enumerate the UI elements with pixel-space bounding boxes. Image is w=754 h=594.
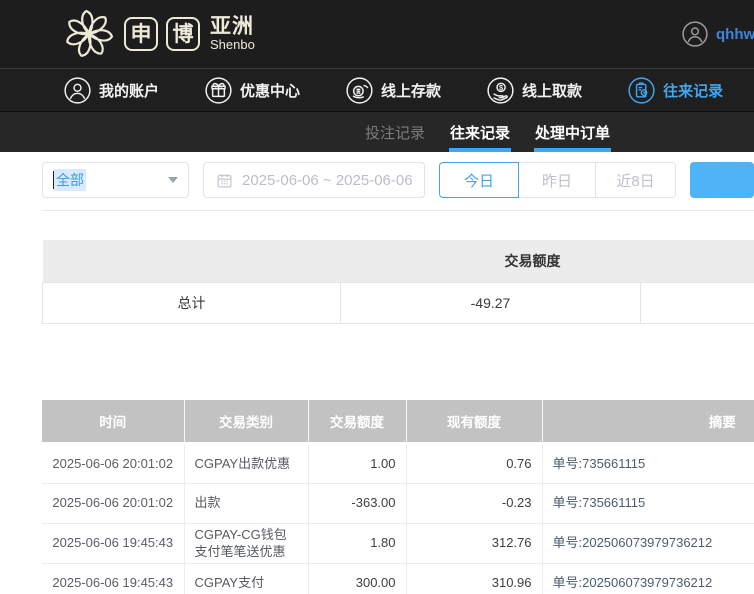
record-cell-balance: 312.76 [406,524,542,564]
nav-item-records[interactable]: 往来记录 [628,77,723,104]
nav-item-label: 我的账户 [99,80,159,101]
gift-icon [205,77,232,104]
brand-latin: Shenbo [210,38,255,52]
record-row: 2025-06-06 20:01:02出款-363.00-0.23单号:7356… [42,484,754,524]
date-range-picker[interactable]: 2025-06-06 ~ 2025-06-06 [203,162,425,198]
record-cell-summary: 单号:735661115 [542,484,754,524]
record-cell-time: 2025-06-06 20:01:02 [42,444,184,484]
nav-item-account[interactable]: 我的账户 [64,77,159,104]
record-cell-amount: 1.00 [308,444,406,484]
brand-text: 亚洲 Shenbo [210,16,255,52]
user-circle-icon [64,77,91,104]
avatar-icon [682,21,708,47]
main-nav: 我的账户 优惠中心 线上存款 $ 线上取款 往来记录 [0,68,754,112]
nav-item-label: 往来记录 [663,80,723,101]
account-menu[interactable]: qhhw [682,0,754,68]
transaction-log-icon [628,77,655,104]
quick-range-button-2[interactable]: 近8日 [595,162,676,198]
quick-range-group: 今日昨日近8日 [439,162,676,198]
nav-item-label: 优惠中心 [240,80,300,101]
summary-header-label: 交易额度 [505,253,561,269]
filter-bar: 全部 2025-06-06 ~ 2025-06-06 今日昨日近8日 [42,162,754,198]
record-row: 2025-06-06 20:01:02CGPAY出款优惠1.000.76单号:7… [42,444,754,484]
record-cell-type: CGPAY出款优惠 [184,444,308,484]
record-row: 2025-06-06 19:45:43CGPAY-CG钱包支付笔笔送优惠1.80… [42,524,754,564]
record-cell-amount: -363.00 [308,484,406,524]
nav-item-withdraw[interactable]: $ 线上取款 [487,77,582,104]
records-column-header: 交易类别 [184,400,308,444]
record-cell-time: 2025-06-06 19:45:43 [42,564,184,594]
calendar-icon [216,172,233,189]
record-cell-balance: -0.23 [406,484,542,524]
page: 申 博 亚洲 Shenbo qhhw 我的账户优惠中心线上存款$线上取款往来记录… [0,0,754,594]
quick-range-button-0[interactable]: 今日 [439,162,519,198]
summary-table: 交易额度 总计 -49.27 [42,240,754,324]
record-cell-type: CGPAY-CG钱包支付笔笔送优惠 [184,524,308,564]
tab-transactions[interactable]: 往来记录 [449,112,511,152]
record-cell-type: 出款 [184,484,308,524]
records-body: 2025-06-06 20:01:02CGPAY出款优惠1.000.76单号:7… [42,444,754,594]
section-divider [42,210,754,211]
summary-empty-cell [641,283,754,324]
record-cell-amount: 1.80 [308,524,406,564]
records-column-header: 时间 [42,400,184,444]
record-cell-balance: 0.76 [406,444,542,484]
deposit-coin-icon [346,77,373,104]
date-range-value: 2025-06-06 ~ 2025-06-06 [242,172,413,189]
record-cell-summary: 单号:202506073979736212 [542,564,754,594]
records-header-row: 时间交易类别交易额度现有额度摘要 [42,400,754,444]
logo-char-box: 博 [166,17,200,51]
record-cell-time: 2025-06-06 19:45:43 [42,524,184,564]
record-cell-type: CGPAY支付 [184,564,308,594]
flower-logo-icon [62,7,116,61]
summary-header-row: 交易额度 [43,240,754,283]
summary-total-value: -49.27 [341,283,641,324]
logo-char-box: 申 [124,17,158,51]
quick-range-button-1[interactable]: 昨日 [518,162,596,198]
nav-item-label: 线上取款 [522,80,582,101]
svg-text:$: $ [499,82,503,91]
type-select[interactable]: 全部 [42,162,189,198]
top-header: 申 博 亚洲 Shenbo qhhw [0,0,754,68]
tab-pending-orders[interactable]: 处理中订单 [534,112,611,152]
record-cell-summary: 单号:735661115 [542,444,754,484]
record-cell-time: 2025-06-06 20:01:02 [42,484,184,524]
search-button[interactable] [690,162,754,198]
type-select-value: 全部 [54,169,86,191]
records-column-header: 摘要 [542,400,754,444]
records-column-header: 现有额度 [406,400,542,444]
summary-total-label: 总计 [43,283,341,324]
nav-item-deposit[interactable]: 线上存款 [346,77,441,104]
record-cell-amount: 300.00 [308,564,406,594]
record-tabs: 投注记录往来记录处理中订单 [0,112,754,152]
tab-bet-records[interactable]: 投注记录 [364,112,426,152]
nav-item-promo[interactable]: 优惠中心 [205,77,300,104]
summary-header-cell: 交易额度 [43,240,754,283]
records-column-header: 交易额度 [308,400,406,444]
record-cell-balance: 310.96 [406,564,542,594]
username: qhhw [716,26,754,43]
brand-region: 亚洲 [210,16,255,38]
brand-logo[interactable]: 申 博 亚洲 Shenbo [62,7,255,61]
records-table: 时间交易类别交易额度现有额度摘要 2025-06-06 20:01:02CGPA… [42,400,754,594]
record-cell-summary: 单号:202506073979736212 [542,524,754,564]
record-row: 2025-06-06 19:45:43CGPAY支付300.00310.96单号… [42,564,754,594]
withdraw-money-icon: $ [487,77,514,104]
summary-total-row: 总计 -49.27 [43,283,754,324]
chevron-down-icon [168,177,178,183]
nav-item-label: 线上存款 [381,80,441,101]
